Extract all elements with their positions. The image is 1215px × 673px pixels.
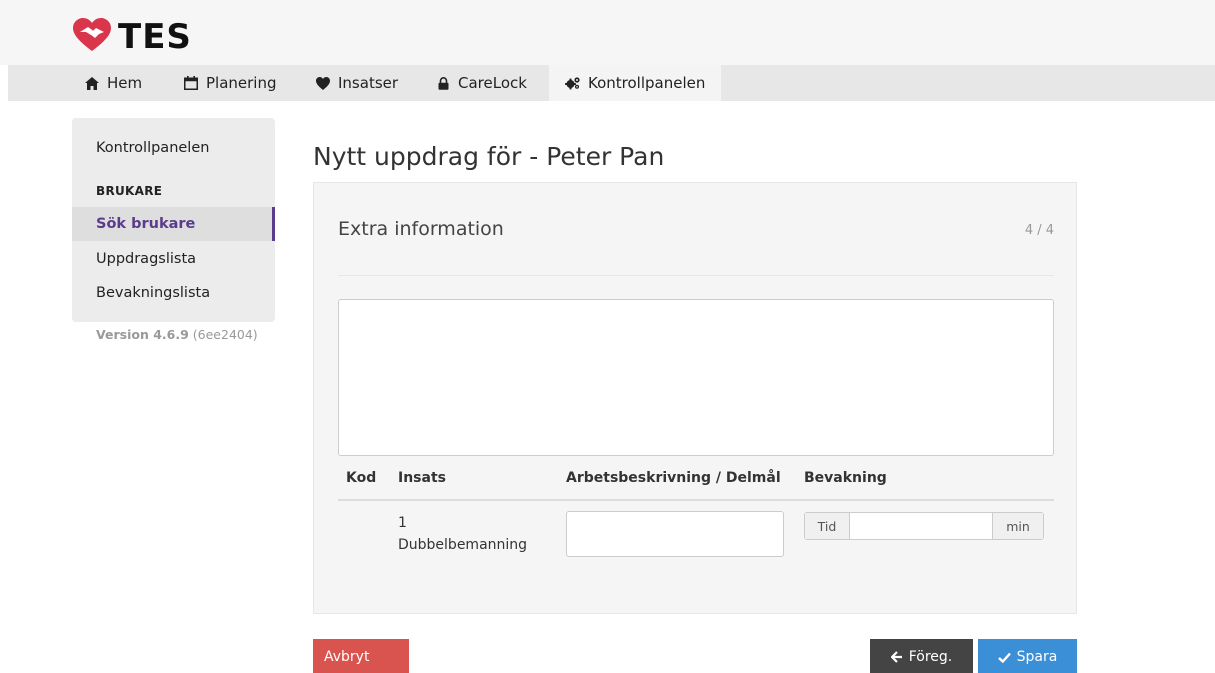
heart-hands-logo-icon xyxy=(72,18,112,56)
home-icon xyxy=(84,75,100,91)
nav-item-label: Kontrollpanelen xyxy=(588,74,706,92)
sidebar-item-bevakningslista[interactable]: Bevakningslista xyxy=(72,276,275,310)
lock-icon xyxy=(435,75,451,91)
sidebar: Kontrollpanelen BRUKARE Sök brukare Uppd… xyxy=(72,118,275,322)
nav-item-hem[interactable]: Hem xyxy=(84,65,142,101)
sidebar-item-label: Sök brukare xyxy=(96,216,196,232)
column-header-arbetsbeskrivning: Arbetsbeskrivning / Delmål xyxy=(566,470,781,486)
app-logo[interactable]: TES xyxy=(72,18,192,56)
nav-item-kontrollpanelen[interactable]: Kontrollpanelen xyxy=(549,65,722,101)
wizard-panel: Extra information 4 / 4 Kod Insats Arbet… xyxy=(313,182,1077,614)
app-name: TES xyxy=(118,17,192,57)
nav-item-carelock[interactable]: CareLock xyxy=(435,65,527,101)
sidebar-item-sok-brukare[interactable]: Sök brukare xyxy=(72,207,275,241)
nav-item-label: CareLock xyxy=(458,74,527,92)
extra-information-textarea[interactable] xyxy=(338,299,1054,456)
sidebar-item-uppdragslista[interactable]: Uppdragslista xyxy=(72,242,275,276)
nav-item-label: Insatser xyxy=(338,74,399,92)
bevakning-input-group: Tid min xyxy=(804,512,1044,540)
cancel-button-label: Avbryt xyxy=(324,649,370,665)
previous-button-label: Föreg. xyxy=(908,649,953,665)
sidebar-section-heading: BRUKARE xyxy=(96,184,163,198)
nav-item-label: Planering xyxy=(206,74,277,92)
step-indicator: 4 / 4 xyxy=(1024,223,1054,238)
arrow-left-icon xyxy=(890,651,903,663)
bevakning-prefix-addon: Tid xyxy=(805,513,850,539)
previous-button[interactable]: Föreg. xyxy=(870,639,973,673)
nav-item-label: Hem xyxy=(107,74,143,92)
version-hash: (6ee2404) xyxy=(192,327,258,342)
page-title: Nytt uppdrag för - Peter Pan xyxy=(313,142,665,171)
cell-insats-number: 1 xyxy=(398,515,407,531)
version-info: Version 4.6.9 (6ee2404) xyxy=(96,327,258,342)
arbetsbeskrivning-input[interactable] xyxy=(566,511,784,557)
panel-divider xyxy=(338,275,1054,276)
save-button-label: Spara xyxy=(1016,649,1058,665)
cancel-button[interactable]: Avbryt xyxy=(313,639,409,673)
cell-insats-name: Dubbelbemanning xyxy=(398,537,528,553)
nav-item-insatser[interactable]: Insatser xyxy=(315,65,398,101)
sidebar-item-kontrollpanelen[interactable]: Kontrollpanelen xyxy=(72,131,275,165)
calendar-icon xyxy=(183,75,199,91)
sidebar-item-label: Uppdragslista xyxy=(96,251,197,267)
save-button[interactable]: Spara xyxy=(978,639,1077,673)
sidebar-item-label: Bevakningslista xyxy=(96,285,211,301)
sidebar-item-label: Kontrollpanelen xyxy=(96,140,210,156)
cogs-icon xyxy=(565,75,581,91)
panel-title: Extra information xyxy=(338,218,504,240)
column-header-bevakning: Bevakning xyxy=(804,470,887,486)
bevakning-time-input[interactable] xyxy=(851,513,992,539)
heart-icon xyxy=(315,75,331,91)
version-number: Version 4.6.9 xyxy=(96,327,189,342)
checkmark-icon xyxy=(997,652,1011,663)
bevakning-suffix-addon: min xyxy=(992,513,1043,539)
column-header-insats: Insats xyxy=(398,470,446,486)
main-navbar: Hem Planering Insatser CareLock Kontroll… xyxy=(8,65,1215,101)
column-header-kod: Kod xyxy=(346,470,377,486)
top-bar: TES xyxy=(0,0,1215,65)
table-header-divider xyxy=(338,499,1054,501)
nav-item-planering[interactable]: Planering xyxy=(183,65,277,101)
